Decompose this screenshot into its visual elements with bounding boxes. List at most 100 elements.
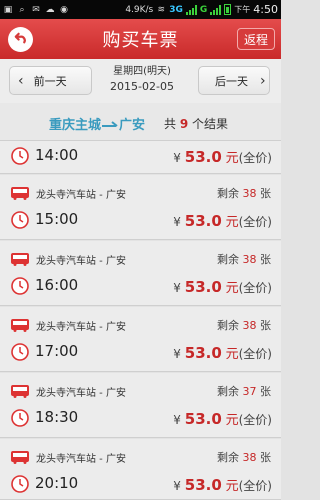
clock-icon xyxy=(11,277,29,295)
trip-row[interactable]: 龙头寺汽车站 - 广安 剩余 38 张 15:00 ¥ 53.0 元(全价) xyxy=(0,175,281,240)
bus-icon xyxy=(11,187,29,200)
next-day-label: 后一天 xyxy=(215,74,248,88)
station-name: 龙头寺汽车站 - 广安 xyxy=(36,322,126,333)
remaining-seats: 剩余 38 张 xyxy=(217,251,271,267)
price-currency: ¥ xyxy=(173,413,181,427)
message-icon: ✉ xyxy=(32,4,40,15)
remaining-count: 38 xyxy=(242,451,257,464)
price-amount: 53.0 xyxy=(184,212,222,230)
fare-type: (全价) xyxy=(238,413,272,427)
chevron-left-icon: ‹ xyxy=(18,72,24,89)
battery-icon xyxy=(224,4,232,15)
remaining-suffix: 张 xyxy=(260,451,271,464)
remaining-seats: 剩余 38 张 xyxy=(217,185,271,201)
arrow-right-icon xyxy=(102,120,118,127)
route-from: 重庆主城 xyxy=(49,118,102,133)
departure-time: 15:00 xyxy=(35,210,79,228)
result-count-suffix: 个结果 xyxy=(192,117,229,131)
remaining-count: 38 xyxy=(242,253,257,266)
selected-weekday: 星期四(明天) xyxy=(113,66,171,77)
result-count: 共 9 个结果 xyxy=(164,115,228,132)
bus-icon xyxy=(11,319,29,332)
selected-date-value: 2015-02-05 xyxy=(110,80,174,93)
net-speed: 4.9K/s xyxy=(125,4,154,15)
prev-day-button[interactable]: ‹ 前一天 xyxy=(9,66,92,95)
selected-date: 星期四(明天) 2015-02-05 xyxy=(100,65,184,95)
clock-icon xyxy=(11,211,29,229)
price-amount: 53.0 xyxy=(184,410,222,428)
trip-row[interactable]: 龙头寺汽车站 - 广安 剩余 38 张 20:10 ¥ 53.0 元(全价) xyxy=(0,439,281,500)
bus-icon xyxy=(11,253,29,266)
ticket-price: ¥ 53.0 元(全价) xyxy=(173,277,272,296)
back-button[interactable] xyxy=(8,27,33,52)
price-currency: ¥ xyxy=(173,479,181,493)
price-amount: 53.0 xyxy=(184,344,222,362)
clock-icon xyxy=(11,147,29,165)
price-unit: 元 xyxy=(225,281,239,296)
price-unit: 元 xyxy=(225,479,239,494)
fare-type: (全价) xyxy=(238,151,272,165)
fare-type: (全价) xyxy=(238,281,272,295)
price-currency: ¥ xyxy=(173,215,181,229)
next-day-button[interactable]: 后一天 › xyxy=(198,66,270,95)
price-currency: ¥ xyxy=(173,281,181,295)
trip-row[interactable]: 龙头寺汽车站 - 广安 剩余 37 张 18:30 ¥ 53.0 元(全价) xyxy=(0,373,281,438)
remaining-suffix: 张 xyxy=(260,319,271,332)
price-amount: 53.0 xyxy=(184,476,222,494)
app-header: 购买车票 返程 xyxy=(0,19,281,59)
weibo-icon: ◉ xyxy=(60,4,68,15)
price-amount: 53.0 xyxy=(184,148,222,166)
remaining-suffix: 张 xyxy=(260,385,271,398)
departure-time: 20:10 xyxy=(35,474,79,492)
price-unit: 元 xyxy=(225,215,239,230)
station-name: 龙头寺汽车站 - 广安 xyxy=(36,388,126,399)
remaining-seats: 剩余 38 张 xyxy=(217,449,271,465)
back-arrow-icon xyxy=(14,32,26,44)
remaining-suffix: 张 xyxy=(260,253,271,266)
station-name: 龙头寺汽车站 - 广安 xyxy=(36,190,126,201)
clock-icon xyxy=(11,409,29,427)
ticket-price: ¥ 53.0 元(全价) xyxy=(173,475,272,494)
signal-icon-2 xyxy=(210,4,222,15)
trip-row[interactable]: 14:00 ¥ 53.0 元(全价) xyxy=(0,141,281,174)
page-title: 购买车票 xyxy=(102,30,179,51)
station-name: 龙头寺汽车站 - 广安 xyxy=(36,454,126,465)
ticket-price: ¥ 53.0 元(全价) xyxy=(173,409,272,428)
departure-time: 14:00 xyxy=(35,146,79,164)
remaining-prefix: 剩余 xyxy=(217,319,239,332)
price-currency: ¥ xyxy=(173,347,181,361)
clock-icon xyxy=(11,475,29,493)
notification-icon: ▣ xyxy=(3,4,13,15)
remaining-prefix: 剩余 xyxy=(217,451,239,464)
remaining-seats: 剩余 37 张 xyxy=(217,383,271,399)
price-currency: ¥ xyxy=(173,151,181,165)
ticket-price: ¥ 53.0 元(全价) xyxy=(173,211,272,230)
network-g: G xyxy=(199,4,208,15)
price-unit: 元 xyxy=(225,151,239,166)
route-path: 重庆主城 广安 xyxy=(49,114,145,133)
route-to: 广安 xyxy=(119,118,146,133)
price-unit: 元 xyxy=(225,347,239,362)
trip-row[interactable]: 龙头寺汽车站 - 广安 剩余 38 张 16:00 ¥ 53.0 元(全价) xyxy=(0,241,281,306)
result-count-prefix: 共 xyxy=(164,117,177,131)
fare-type: (全价) xyxy=(238,347,272,361)
remaining-count: 38 xyxy=(242,187,257,200)
remaining-seats: 剩余 38 张 xyxy=(217,317,271,333)
return-trip-button[interactable]: 返程 xyxy=(237,28,275,50)
remaining-prefix: 剩余 xyxy=(217,385,239,398)
price-unit: 元 xyxy=(225,413,239,428)
network-3g: 3G xyxy=(169,4,183,15)
station-name: 龙头寺汽车站 - 广安 xyxy=(36,256,126,267)
fare-type: (全价) xyxy=(238,479,272,493)
trip-row[interactable]: 龙头寺汽车站 - 广安 剩余 38 张 17:00 ¥ 53.0 元(全价) xyxy=(0,307,281,372)
status-time: 4:50 xyxy=(253,3,278,16)
departure-time: 16:00 xyxy=(35,276,79,294)
ticket-price: ¥ 53.0 元(全价) xyxy=(173,147,272,166)
bus-icon xyxy=(11,385,29,398)
route-summary: 重庆主城 广安 共 9 个结果 xyxy=(0,103,281,141)
wifi-icon: ≋ xyxy=(157,4,166,15)
bus-icon xyxy=(11,451,29,464)
remaining-count: 38 xyxy=(242,319,257,332)
prev-day-label: 前一天 xyxy=(33,74,67,88)
ticket-price: ¥ 53.0 元(全价) xyxy=(173,343,272,362)
